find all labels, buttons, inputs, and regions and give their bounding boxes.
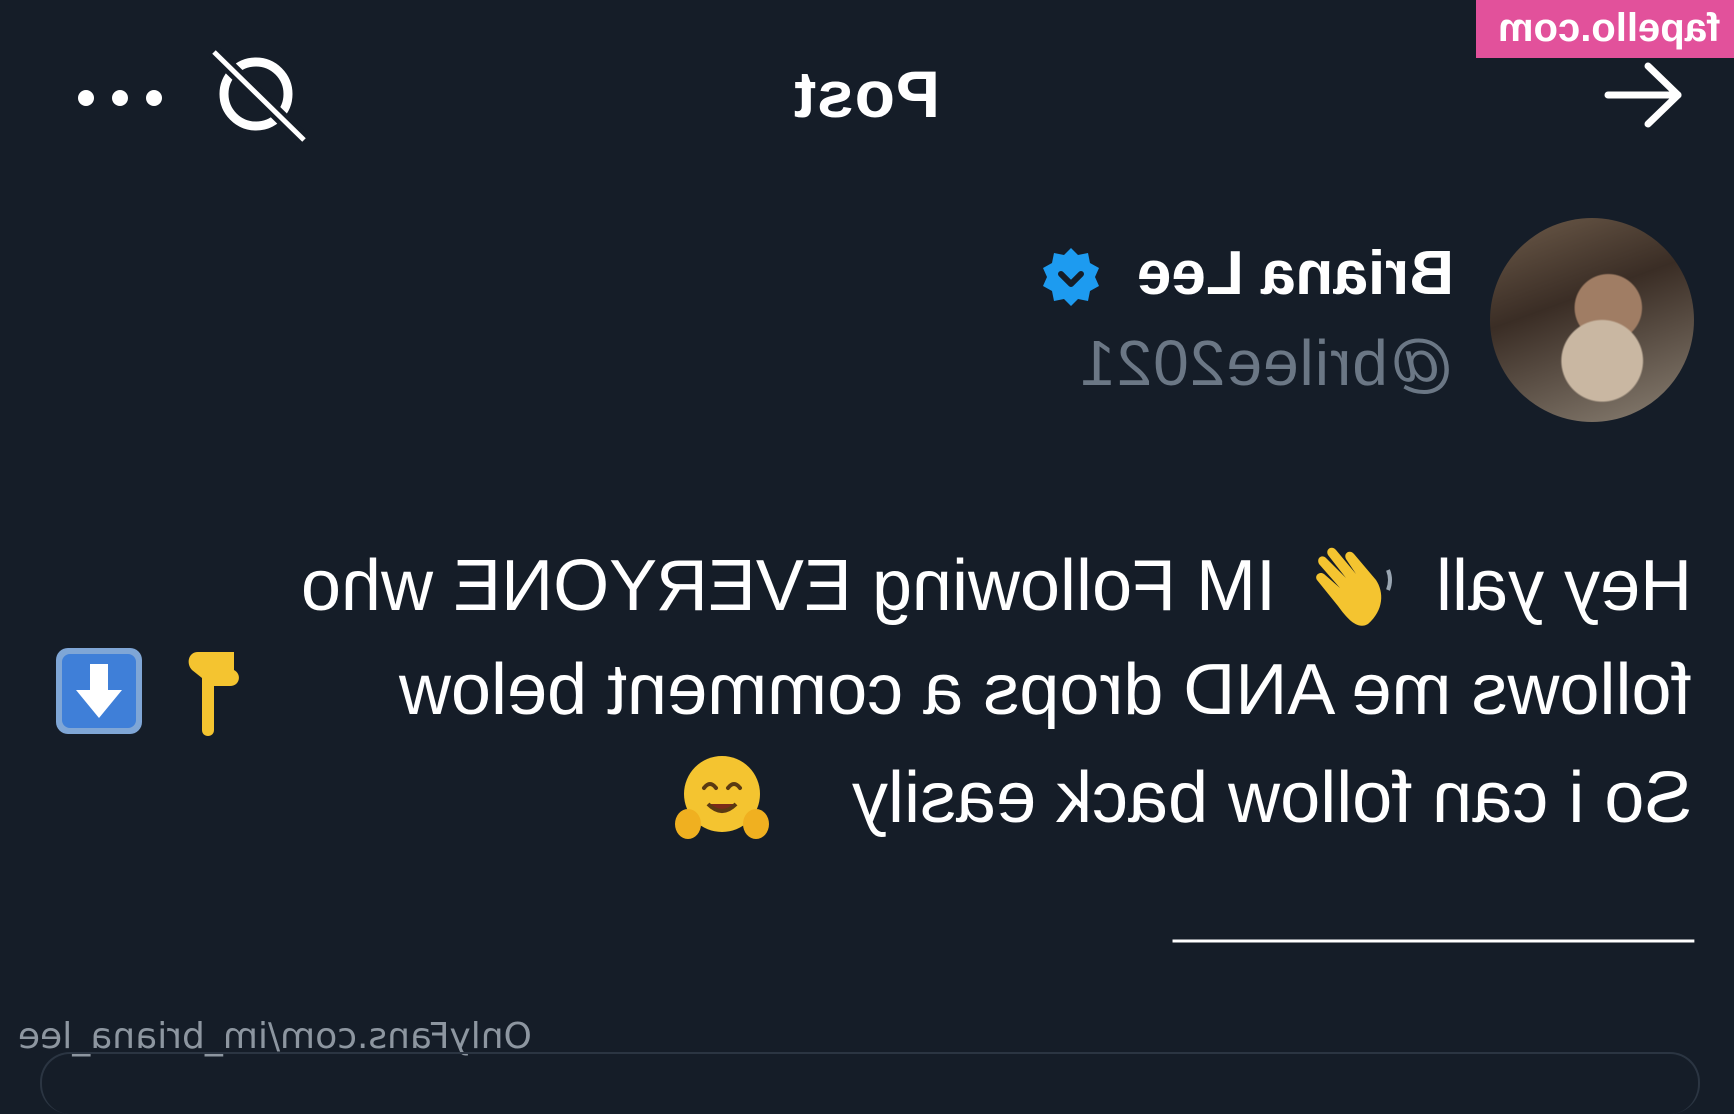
author-handle[interactable]: @brilee2021 [1079,326,1454,400]
hugging-face-icon [675,756,769,839]
watermark-text: fapello.com [1497,6,1720,50]
post-text-part: IM Following EVERYONE who [300,546,1276,626]
post-text-part: Hey yall [1435,546,1692,626]
arrow-back-icon[interactable] [1604,60,1684,130]
waving-hand-icon [1316,547,1392,626]
pointing-down-icon [188,652,239,736]
down-arrow-icon [56,648,142,734]
reply-bar[interactable] [40,1052,1700,1114]
verified-badge-icon [1043,248,1099,306]
watermark-badge: fapello.com [1476,0,1734,58]
post-text-line: Hey yall IM Following EVERYONE who [301,546,1692,626]
avatar[interactable] [1490,218,1694,422]
page-title: Post [793,57,941,131]
post-text-line: follows me AND drops a comment below [399,650,1692,730]
post-link[interactable]: OnlyFans.com/im_briana_lee [18,1016,532,1057]
post-separator: _____________________ [1175,891,1694,944]
author-name[interactable]: Briana Lee [1137,238,1454,309]
post-text-line: So i can follow back easily [851,758,1692,838]
